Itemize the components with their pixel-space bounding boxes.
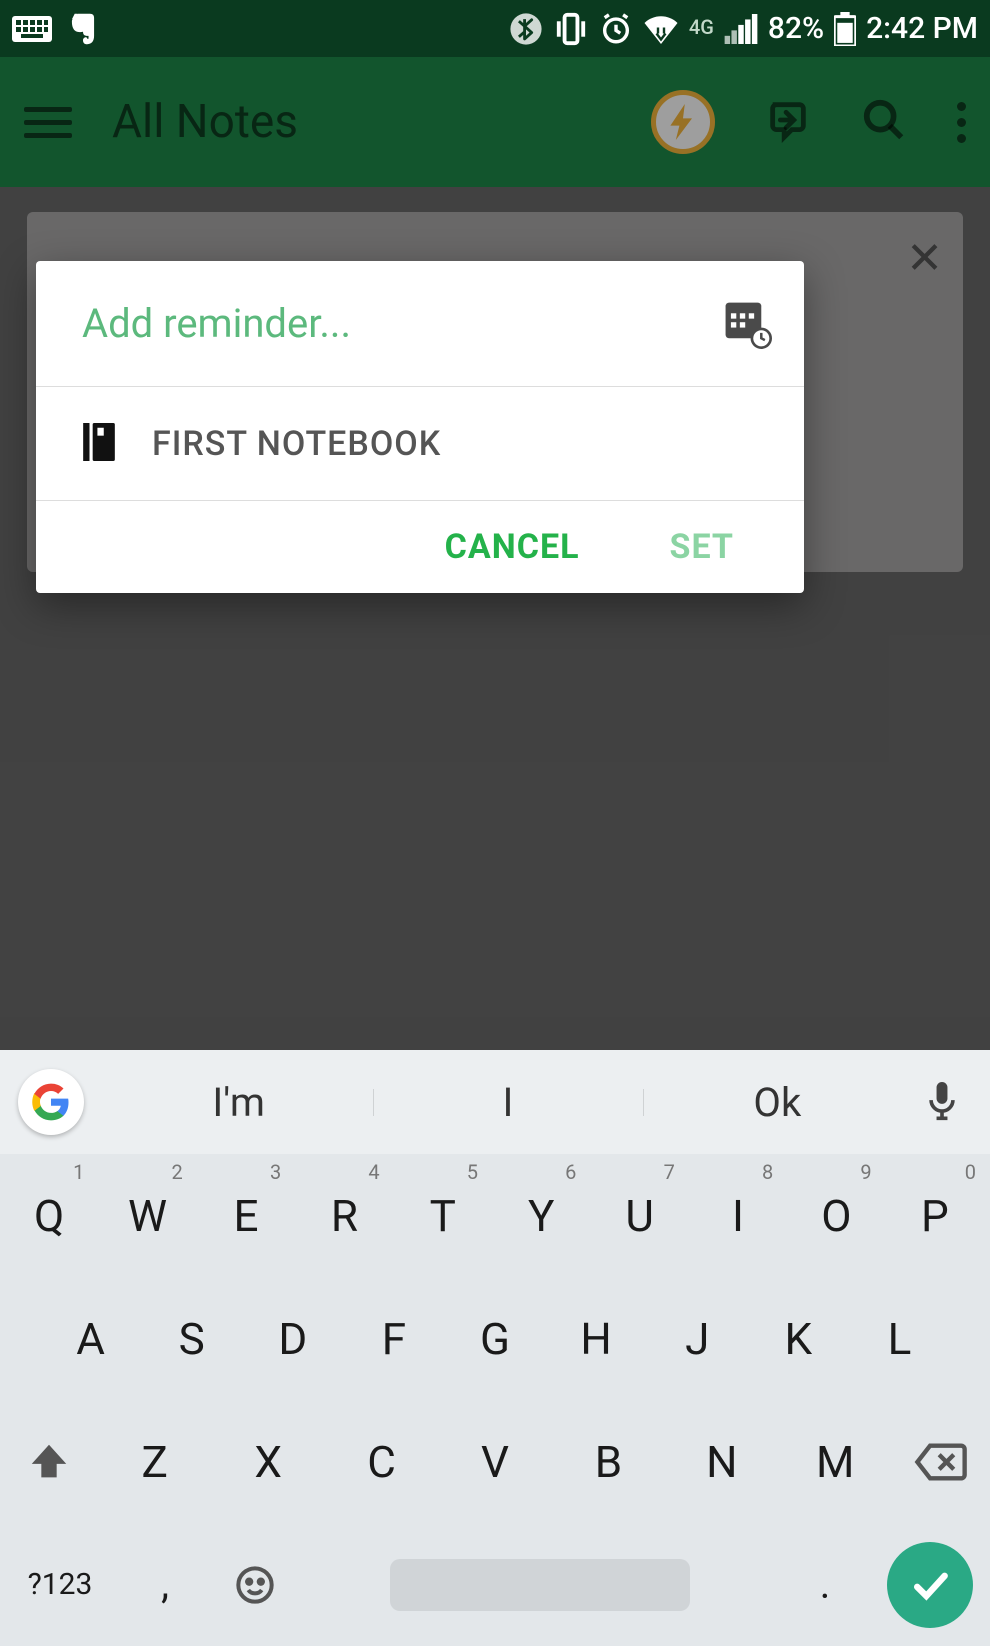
android-status-bar: 4G 82% 2:42 PM: [0, 0, 990, 57]
key-E[interactable]: E3: [197, 1154, 295, 1277]
network-type-label: 4G: [689, 15, 714, 39]
key-V[interactable]: V: [438, 1436, 551, 1488]
comma-key[interactable]: ,: [120, 1523, 210, 1646]
overflow-menu-icon[interactable]: [957, 95, 966, 150]
key-X[interactable]: X: [211, 1436, 324, 1488]
clock-label: 2:42 PM: [866, 11, 978, 46]
set-button[interactable]: SET: [670, 527, 734, 567]
space-key[interactable]: [300, 1523, 780, 1646]
upgrade-bolt-icon[interactable]: [651, 90, 715, 154]
suggestion-bar: I'm I Ok: [0, 1050, 990, 1154]
key-C[interactable]: C: [325, 1436, 438, 1488]
key-Q[interactable]: Q1: [0, 1154, 98, 1277]
key-D[interactable]: D: [242, 1277, 343, 1400]
key-S[interactable]: S: [141, 1277, 242, 1400]
calendar-clock-icon[interactable]: [722, 299, 772, 349]
period-key[interactable]: .: [780, 1523, 870, 1646]
battery-icon: [834, 12, 856, 46]
suggestion-1[interactable]: I'm: [104, 1079, 373, 1126]
hamburger-menu-icon[interactable]: [24, 99, 72, 146]
microphone-icon[interactable]: [912, 1082, 972, 1122]
notebook-selector[interactable]: FIRST NOTEBOOK: [36, 387, 804, 501]
key-J[interactable]: J: [647, 1277, 748, 1400]
page-title: All Notes: [112, 95, 611, 149]
key-N[interactable]: N: [665, 1436, 778, 1488]
key-I[interactable]: I8: [689, 1154, 787, 1277]
google-icon[interactable]: [18, 1069, 84, 1135]
battery-percent: 82%: [768, 11, 824, 46]
android-keyboard: I'm I Ok Q1W2E3R4T5Y6U7I8O9P0 ASDFGHJKL …: [0, 1050, 990, 1646]
key-O[interactable]: O9: [787, 1154, 885, 1277]
notebook-icon: [82, 423, 116, 465]
key-M[interactable]: M: [779, 1436, 892, 1488]
enter-key[interactable]: [870, 1523, 990, 1646]
vibrate-icon: [553, 12, 589, 46]
key-T[interactable]: T5: [394, 1154, 492, 1277]
key-L[interactable]: L: [849, 1277, 950, 1400]
emoji-key[interactable]: [210, 1523, 300, 1646]
key-R[interactable]: R4: [295, 1154, 393, 1277]
signal-icon: [724, 14, 758, 44]
key-P[interactable]: P0: [886, 1154, 990, 1277]
wifi-icon: [643, 14, 679, 44]
key-Y[interactable]: Y6: [492, 1154, 590, 1277]
notebook-name-label: FIRST NOTEBOOK: [152, 424, 441, 464]
key-U[interactable]: U7: [590, 1154, 688, 1277]
search-icon[interactable]: [861, 97, 907, 147]
close-icon[interactable]: ✕: [906, 232, 943, 284]
symbols-key[interactable]: ?123: [0, 1523, 120, 1646]
key-B[interactable]: B: [552, 1436, 665, 1488]
evernote-icon: [66, 11, 100, 47]
key-K[interactable]: K: [748, 1277, 849, 1400]
key-G[interactable]: G: [444, 1277, 545, 1400]
add-reminder-dialog: FIRST NOTEBOOK CANCEL SET: [36, 261, 804, 593]
shift-key[interactable]: [0, 1400, 98, 1523]
key-W[interactable]: W2: [98, 1154, 196, 1277]
bluetooth-icon: [509, 12, 543, 46]
key-A[interactable]: A: [40, 1277, 141, 1400]
key-F[interactable]: F: [343, 1277, 444, 1400]
alarm-icon: [599, 12, 633, 46]
suggestion-2[interactable]: I: [373, 1079, 642, 1126]
key-H[interactable]: H: [546, 1277, 647, 1400]
suggestion-3[interactable]: Ok: [643, 1079, 912, 1126]
keyboard-indicator-icon: [12, 16, 52, 42]
key-Z[interactable]: Z: [98, 1436, 211, 1488]
share-icon[interactable]: [765, 97, 811, 147]
cancel-button[interactable]: CANCEL: [445, 527, 580, 567]
app-bar: All Notes: [0, 57, 990, 187]
backspace-key[interactable]: [892, 1400, 990, 1523]
reminder-title-input[interactable]: [82, 300, 722, 347]
